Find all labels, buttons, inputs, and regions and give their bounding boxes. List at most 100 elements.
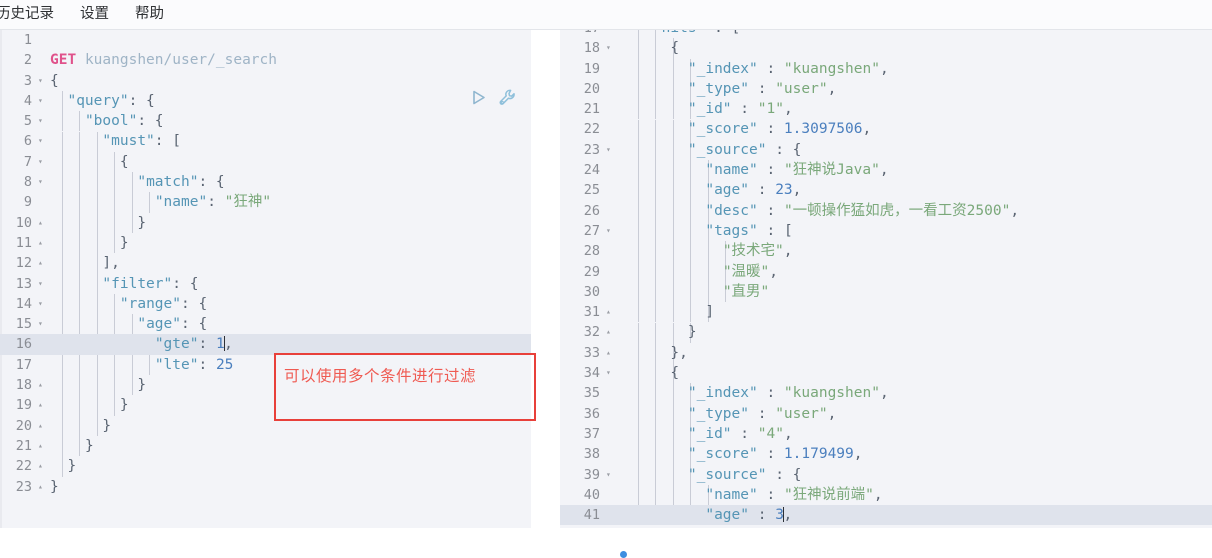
fold-toggle-icon[interactable]	[36, 436, 50, 456]
fold-toggle-icon[interactable]	[36, 477, 50, 497]
code-line[interactable]: 40 "name" : "狂神说前端",	[560, 485, 1212, 505]
fold-toggle-icon[interactable]	[604, 343, 618, 363]
line-number: 10	[15, 214, 32, 231]
code-line[interactable]: 22 "_score" : 1.3097506,	[560, 119, 1212, 139]
code-line[interactable]: 28 "技术宅",	[560, 241, 1212, 261]
fold-toggle-icon[interactable]	[36, 71, 50, 91]
fold-toggle-icon[interactable]	[604, 140, 618, 160]
fold-toggle-icon[interactable]	[604, 38, 618, 58]
line-number: 14	[15, 295, 32, 312]
code-line[interactable]: 29 "温暖",	[560, 262, 1212, 282]
line-number: 12	[15, 255, 32, 272]
code-line[interactable]: 17 "hits" : [	[560, 30, 1212, 38]
code-text: "name": "狂神"	[154, 194, 272, 211]
request-editor-panel[interactable]: 12GET kuangshen/user/_search3{4 "query":…	[0, 30, 531, 528]
code-line[interactable]: 35 "_index" : "kuangshen",	[560, 383, 1212, 403]
code-line[interactable]: 39 "_source" : {	[560, 465, 1212, 485]
fold-toggle-icon[interactable]	[36, 91, 50, 111]
code-line[interactable]: 32 }	[560, 322, 1212, 342]
code-text: "_source" : {	[687, 466, 802, 483]
menu-help[interactable]: 帮助	[122, 0, 177, 29]
fold-toggle-icon[interactable]	[36, 233, 50, 253]
code-line[interactable]: 14 "range": {	[0, 294, 531, 314]
play-icon[interactable]	[470, 89, 487, 106]
fold-toggle-icon[interactable]	[36, 152, 50, 172]
menu-bar: 历史记录 设置 帮助	[0, 0, 1212, 30]
code-line[interactable]: 33 },	[560, 343, 1212, 363]
code-line[interactable]: 27 "tags" : [	[560, 221, 1212, 241]
code-line[interactable]: 37 "_id" : "4",	[560, 424, 1212, 444]
code-line[interactable]: 38 "_score" : 1.179499,	[560, 444, 1212, 464]
code-line[interactable]: 1	[0, 30, 531, 50]
code-line[interactable]: 13 "filter": {	[0, 274, 531, 294]
menu-history[interactable]: 历史记录	[0, 0, 67, 29]
code-line[interactable]: 34 {	[560, 363, 1212, 383]
code-text: "_score" : 1.179499,	[687, 446, 863, 463]
code-line[interactable]: 8 "match": {	[0, 172, 531, 192]
code-line[interactable]: 7 {	[0, 152, 531, 172]
code-line[interactable]: 21 }	[0, 436, 531, 456]
code-line[interactable]: 26 "desc" : "一顿操作猛如虎，一看工资2500",	[560, 201, 1212, 221]
response-editor-panel[interactable]: 17 "hits" : [18 {19 "_index" : "kuangshe…	[560, 30, 1212, 528]
code-line[interactable]: 41 "age" : 3,	[560, 505, 1212, 526]
line-number: 20	[583, 80, 600, 97]
code-line[interactable]: 22 }	[0, 456, 531, 476]
code-text: "_score" : 1.3097506,	[687, 121, 872, 138]
fold-toggle-icon[interactable]	[36, 294, 50, 314]
code-line[interactable]: 2 GET kuangshen/user/_search	[0, 50, 531, 70]
code-line[interactable]: 23}	[0, 477, 531, 497]
code-text: }	[119, 397, 129, 414]
code-line[interactable]: 19 }	[0, 395, 531, 415]
fold-toggle-icon[interactable]	[604, 30, 618, 38]
code-line[interactable]: 25 "age" : 23,	[560, 180, 1212, 200]
line-number: 17	[560, 30, 604, 38]
code-line[interactable]: 23 "_source" : {	[560, 140, 1212, 160]
code-line[interactable]: 19 "_index" : "kuangshen",	[560, 59, 1212, 79]
editor-action-bar[interactable]	[470, 88, 517, 107]
code-line[interactable]: 20 }	[0, 416, 531, 436]
code-line[interactable]: 24 "name" : "狂神说Java",	[560, 160, 1212, 180]
line-number: 30	[583, 283, 600, 300]
code-line[interactable]: 6 "must": [	[0, 131, 531, 151]
fold-toggle-icon[interactable]	[36, 456, 50, 476]
line-number: 31	[583, 304, 600, 321]
code-line[interactable]: 9 "name": "狂神"	[0, 192, 531, 212]
fold-toggle-icon[interactable]	[36, 253, 50, 273]
code-text: "_index" : "kuangshen",	[687, 385, 889, 402]
fold-toggle-icon[interactable]	[36, 172, 50, 192]
code-line[interactable]: 12 ],	[0, 253, 531, 273]
code-line[interactable]: 15 "age": {	[0, 314, 531, 334]
menu-settings[interactable]: 设置	[67, 0, 122, 29]
code-line[interactable]: 36 "_type" : "user",	[560, 404, 1212, 424]
fold-toggle-icon[interactable]	[36, 213, 50, 233]
code-line[interactable]: 11 }	[0, 233, 531, 253]
fold-toggle-icon[interactable]	[604, 302, 618, 322]
wrench-icon[interactable]	[498, 88, 517, 107]
code-line[interactable]: 3{	[0, 71, 531, 91]
line-number: 13	[15, 275, 32, 292]
panel-splitter[interactable]	[531, 30, 1074, 528]
fold-toggle-icon[interactable]	[36, 416, 50, 436]
fold-toggle-icon[interactable]	[604, 221, 618, 241]
fold-toggle-icon[interactable]	[604, 322, 618, 342]
fold-toggle-icon[interactable]	[36, 131, 50, 151]
fold-toggle-icon[interactable]	[36, 274, 50, 294]
code-line[interactable]: 16 "gte": 1,	[0, 334, 531, 355]
code-line[interactable]: 4 "query": {	[0, 91, 531, 111]
code-line[interactable]: 21 "_id" : "1",	[560, 99, 1212, 119]
code-line[interactable]: 5 "bool": {	[0, 111, 531, 131]
fold-toggle-icon[interactable]	[604, 465, 618, 485]
code-line[interactable]: 31 ]	[560, 302, 1212, 322]
fold-toggle-icon[interactable]	[36, 111, 50, 131]
code-line[interactable]: 30 "直男"	[560, 282, 1212, 302]
code-line[interactable]: 10 }	[0, 213, 531, 233]
code-line[interactable]: 18 {	[560, 38, 1212, 58]
request-code-area[interactable]: 12GET kuangshen/user/_search3{4 "query":…	[0, 30, 531, 528]
fold-toggle-icon[interactable]	[36, 375, 50, 395]
code-text: }	[67, 458, 77, 475]
fold-toggle-icon[interactable]	[604, 363, 618, 383]
response-code-area[interactable]: 17 "hits" : [18 {19 "_index" : "kuangshe…	[560, 30, 1212, 526]
fold-toggle-icon[interactable]	[36, 314, 50, 334]
code-line[interactable]: 20 "_type" : "user",	[560, 79, 1212, 99]
fold-toggle-icon[interactable]	[36, 395, 50, 415]
